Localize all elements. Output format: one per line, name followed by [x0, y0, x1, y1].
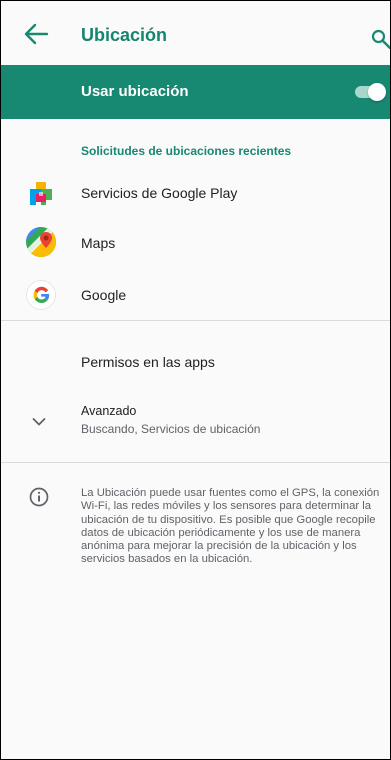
page-title: Ubicación: [81, 25, 168, 45]
app-bar: Ubicación: [1, 1, 390, 65]
app-permissions-title: Permisos en las apps: [81, 354, 215, 370]
app-label: Maps: [81, 235, 116, 251]
chevron-down-icon: [32, 418, 46, 426]
toggle-thumb: [368, 83, 386, 101]
app-permissions-item[interactable]: Permisos en las apps: [1, 335, 390, 387]
use-location-switch-bar[interactable]: Usar ubicación: [1, 65, 390, 119]
app-label: Servicios de Google Play: [81, 185, 238, 201]
arrow-left-icon[interactable]: [23, 22, 49, 46]
search-icon[interactable]: [371, 29, 391, 49]
google-play-services-icon: [30, 182, 52, 205]
app-row-maps[interactable]: Maps: [1, 218, 390, 268]
advanced-title: Avanzado: [81, 404, 137, 418]
use-location-label: Usar ubicación: [81, 83, 189, 100]
divider: [1, 320, 390, 321]
recent-requests-header: Solicitudes de ubicaciones recientes: [81, 144, 292, 158]
advanced-item[interactable]: Avanzado Buscando, Servicios de ubicació…: [1, 393, 390, 451]
app-label: Google: [81, 287, 127, 303]
divider: [1, 462, 390, 463]
advanced-summary: Buscando, Servicios de ubicación: [81, 422, 261, 436]
app-row-google-play-services[interactable]: Servicios de Google Play: [1, 168, 390, 218]
info-icon: [29, 487, 49, 507]
use-location-toggle[interactable]: [353, 83, 387, 101]
google-maps-icon: [26, 227, 56, 257]
location-info-text: La Ubicación puede usar fuentes como el …: [81, 487, 380, 566]
location-settings-screen: Ubicación Usar ubicación Solicitudes de …: [0, 0, 391, 760]
app-row-google[interactable]: Google: [1, 270, 390, 320]
google-g-icon: [26, 280, 56, 310]
